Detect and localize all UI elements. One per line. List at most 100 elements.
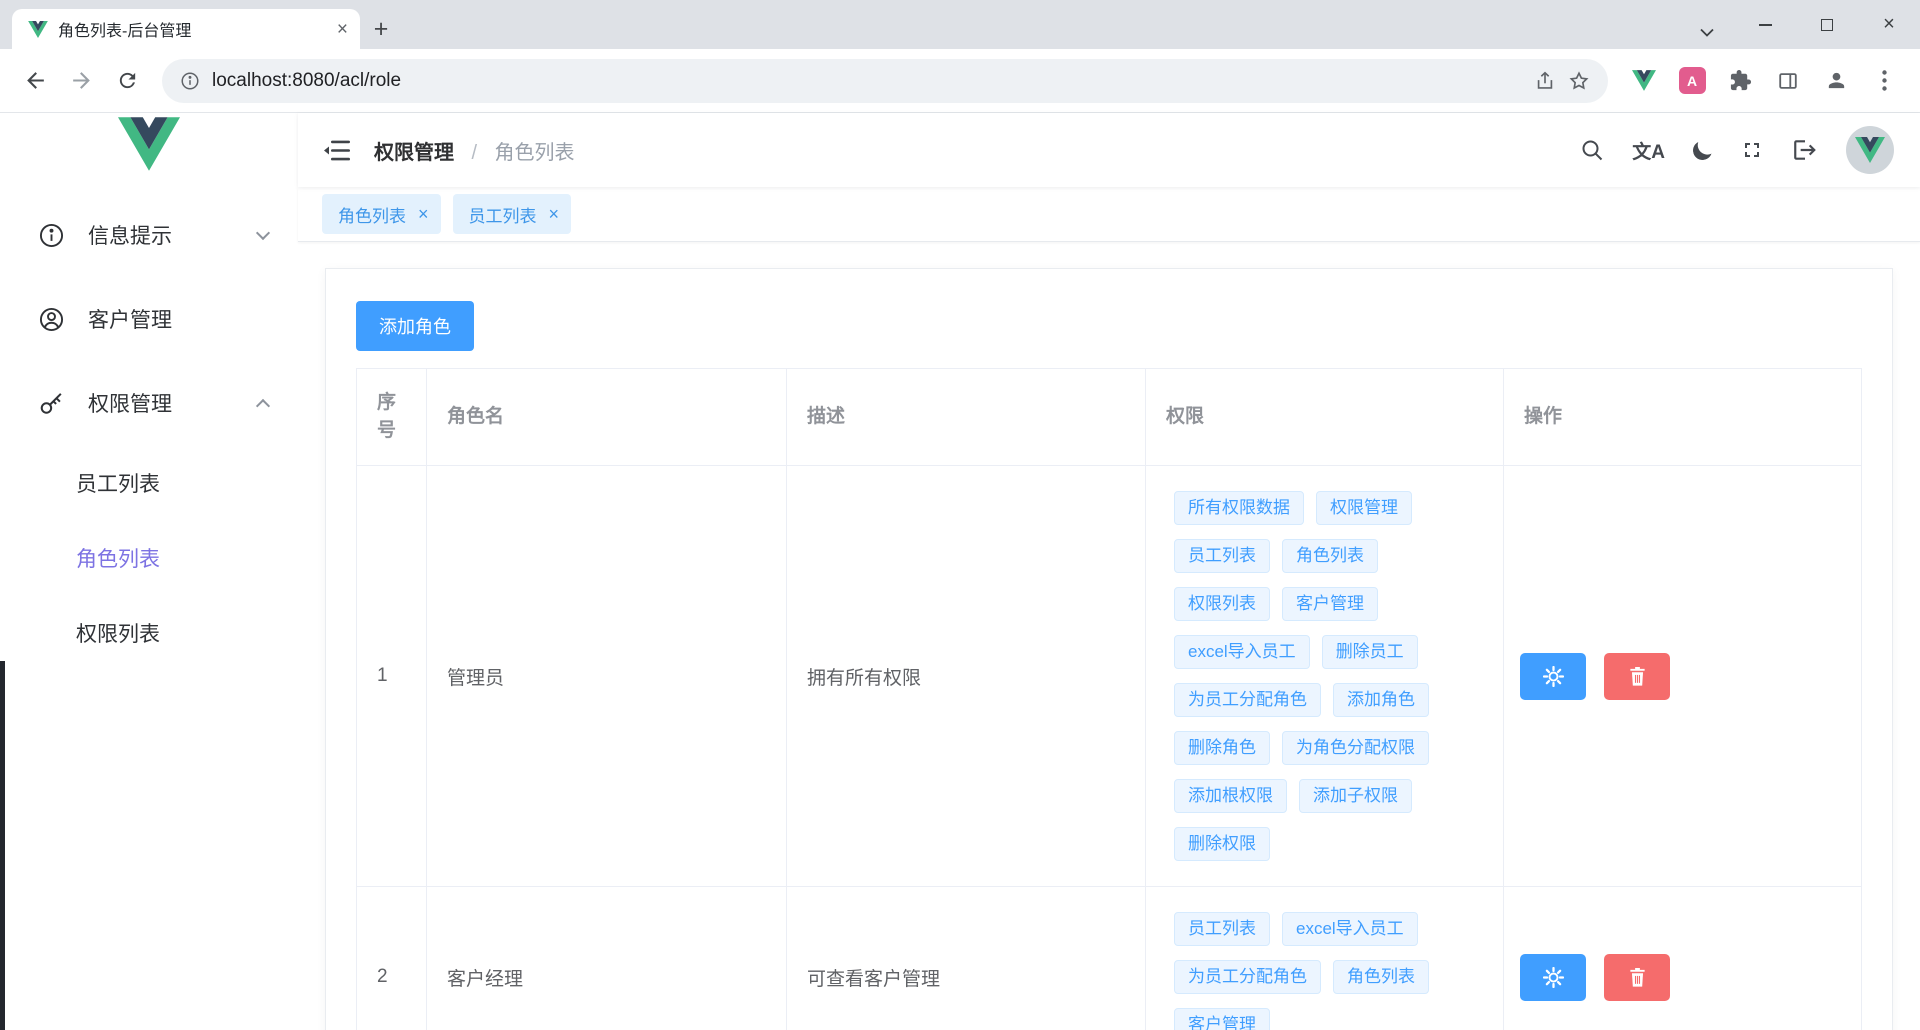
navbar: 权限管理 / 角色列表 文A bbox=[298, 113, 1920, 187]
tab-search-chevron-icon[interactable] bbox=[1700, 28, 1714, 37]
tags-view: 角色列表 × 员工列表 × bbox=[298, 187, 1920, 242]
dark-mode-moon-icon[interactable] bbox=[1693, 141, 1712, 160]
sidebar-edge-strip bbox=[0, 661, 5, 1030]
sidebar-subitem[interactable]: 权限列表 bbox=[0, 595, 298, 670]
column-header: 序号 bbox=[356, 368, 427, 466]
breadcrumb-parent[interactable]: 权限管理 bbox=[374, 142, 454, 164]
cell-index: 1 bbox=[356, 465, 427, 887]
site-info-icon[interactable] bbox=[180, 71, 200, 91]
bookmark-star-icon[interactable] bbox=[1568, 70, 1590, 92]
maximize-button[interactable] bbox=[1796, 0, 1858, 49]
cell-operations bbox=[1503, 465, 1862, 887]
address-bar[interactable]: localhost:8080/acl/role bbox=[162, 58, 1608, 103]
window-close-button[interactable]: × bbox=[1858, 0, 1920, 49]
sidebar-item-label: 客户管理 bbox=[88, 309, 172, 332]
table-row: 2 客户经理 可查看客户管理 员工列表 excel导入员工 为员工分配角色 角色列表 客户管理 bbox=[356, 886, 1862, 1030]
delete-role-button[interactable] bbox=[1604, 953, 1670, 1001]
permission-tag: 角色列表 bbox=[1282, 539, 1378, 573]
cell-permissions: 所有权限数据 权限管理 员工列表 角色列表 权限列表 客户管理 excel导入员工 删除员工为… bbox=[1145, 465, 1504, 887]
column-header: 权限 bbox=[1145, 368, 1504, 466]
vue-extension-icon[interactable] bbox=[1622, 59, 1666, 103]
sidebar-subitem[interactable]: 角色列表 bbox=[0, 520, 298, 595]
role-table: 序号 角色名 描述 权限 操作 1 管理员 拥有所有权限 所有权限数据 权限管理 员工列表 角色列表… bbox=[356, 368, 1862, 1030]
share-icon[interactable] bbox=[1534, 70, 1556, 92]
avatar[interactable] bbox=[1846, 126, 1894, 174]
browser-toolbar: localhost:8080/acl/role A bbox=[0, 49, 1920, 113]
user-icon bbox=[38, 306, 68, 333]
add-role-button[interactable]: 添加角色 bbox=[356, 301, 474, 351]
permission-tag: 添加根权限 bbox=[1174, 779, 1287, 813]
sidebar-subitem[interactable]: 员工列表 bbox=[0, 445, 298, 520]
cell-operations bbox=[1503, 886, 1862, 1030]
permission-tag: 员工列表 bbox=[1174, 912, 1270, 946]
app-root: 信息提示 客户管理 权限管理 员工列表 角色列表 权限列表 权限管理 / 角色列表 文A bbox=[0, 113, 1920, 1030]
permission-tag: excel导入员工 bbox=[1282, 912, 1418, 946]
browser-tab-title: 角色列表-后台管理 bbox=[58, 23, 192, 40]
navbar-right: 文A bbox=[1580, 126, 1894, 174]
permission-tag: 为角色分配权限 bbox=[1282, 731, 1429, 765]
hamburger-icon[interactable] bbox=[324, 140, 350, 161]
logout-icon[interactable] bbox=[1792, 137, 1818, 163]
permission-tag: 为员工分配角色 bbox=[1174, 683, 1321, 717]
table-body: 1 管理员 拥有所有权限 所有权限数据 权限管理 员工列表 角色列表 权限列表 客户管理 exce… bbox=[356, 465, 1862, 1030]
permission-tag: excel导入员工 bbox=[1174, 635, 1310, 669]
close-icon[interactable]: × bbox=[549, 205, 560, 223]
permission-tag: 删除权限 bbox=[1174, 827, 1270, 861]
permission-tags: 员工列表 excel导入员工 为员工分配角色 角色列表 客户管理 bbox=[1174, 912, 1470, 1030]
url-text[interactable]: localhost:8080/acl/role bbox=[212, 70, 401, 92]
profile-icon[interactable] bbox=[1814, 59, 1858, 103]
info-icon bbox=[38, 222, 68, 249]
browser-tabstrip: 角色列表-后台管理 × + × bbox=[0, 0, 1920, 49]
permission-tag: 所有权限数据 bbox=[1174, 491, 1304, 525]
permission-tag: 角色列表 bbox=[1333, 960, 1429, 994]
permission-tag: 删除员工 bbox=[1321, 635, 1418, 669]
table-header-row: 序号 角色名 描述 权限 操作 bbox=[356, 368, 1862, 466]
app-logo bbox=[0, 113, 298, 193]
back-icon[interactable] bbox=[14, 60, 56, 102]
delete-role-button[interactable] bbox=[1604, 652, 1670, 700]
side-panel-icon[interactable] bbox=[1766, 59, 1810, 103]
sidebar: 信息提示客户管理权限管理员工列表 角色列表 权限列表 bbox=[0, 113, 298, 1030]
key-icon bbox=[38, 390, 68, 417]
edit-role-button[interactable] bbox=[1520, 652, 1586, 700]
sidebar-item-label: 权限管理 bbox=[88, 393, 172, 416]
tagsview-tab[interactable]: 员工列表 × bbox=[452, 194, 572, 234]
refresh-icon[interactable] bbox=[106, 60, 148, 102]
sidebar-menu: 信息提示客户管理权限管理员工列表 角色列表 权限列表 bbox=[0, 193, 298, 670]
cell-description: 可查看客户管理 bbox=[786, 886, 1146, 1030]
tab-close-icon[interactable]: × bbox=[337, 20, 348, 39]
sidebar-item-1[interactable]: 信息提示 bbox=[0, 193, 298, 277]
cell-index: 2 bbox=[356, 886, 427, 1030]
edit-role-button[interactable] bbox=[1520, 953, 1586, 1001]
fullscreen-icon[interactable] bbox=[1740, 138, 1764, 162]
permission-tag: 删除角色 bbox=[1174, 731, 1270, 765]
permission-tag: 权限列表 bbox=[1174, 587, 1270, 621]
tagsview-tab[interactable]: 角色列表 × bbox=[322, 194, 441, 234]
new-tab-button[interactable]: + bbox=[360, 9, 402, 49]
close-icon[interactable]: × bbox=[418, 205, 429, 223]
tagsview-tab-label: 员工列表 bbox=[468, 206, 537, 226]
breadcrumb-separator: / bbox=[471, 141, 478, 164]
cell-role-name: 管理员 bbox=[426, 465, 787, 887]
role-list-card: 添加角色 序号 角色名 描述 权限 操作 1 管理员 拥有所有权限 所有权限数据 权限管理 员工列… bbox=[325, 268, 1893, 1030]
column-header: 角色名 bbox=[426, 368, 787, 466]
permission-tag: 权限管理 bbox=[1316, 491, 1412, 525]
forward-icon[interactable] bbox=[60, 60, 102, 102]
sidebar-item-2[interactable]: 客户管理 bbox=[0, 277, 298, 361]
search-icon[interactable] bbox=[1580, 138, 1604, 162]
translate-icon[interactable]: 文A bbox=[1632, 137, 1665, 164]
sidebar-item-3[interactable]: 权限管理 bbox=[0, 361, 298, 445]
page-content: 添加角色 序号 角色名 描述 权限 操作 1 管理员 拥有所有权限 所有权限数据 权限管理 员工列… bbox=[298, 242, 1920, 1030]
browser-tab[interactable]: 角色列表-后台管理 × bbox=[12, 9, 360, 49]
permission-tag: 添加子权限 bbox=[1299, 779, 1412, 813]
permission-tag: 员工列表 bbox=[1174, 539, 1270, 573]
main-area: 权限管理 / 角色列表 文A 角色列表 × 员工列表 × 添加角色 序号 角色名… bbox=[298, 113, 1920, 1030]
chevron-up-icon bbox=[255, 398, 271, 414]
pink-extension-icon[interactable]: A bbox=[1670, 59, 1714, 103]
extensions-puzzle-icon[interactable] bbox=[1718, 59, 1762, 103]
permission-tags: 所有权限数据 权限管理 员工列表 角色列表 权限列表 客户管理 excel导入员工 删除员工为… bbox=[1174, 491, 1470, 861]
permission-tag: 为员工分配角色 bbox=[1174, 960, 1321, 994]
minimize-button[interactable] bbox=[1734, 0, 1796, 49]
menu-kebab-icon[interactable] bbox=[1862, 59, 1906, 103]
column-header: 操作 bbox=[1503, 368, 1862, 466]
